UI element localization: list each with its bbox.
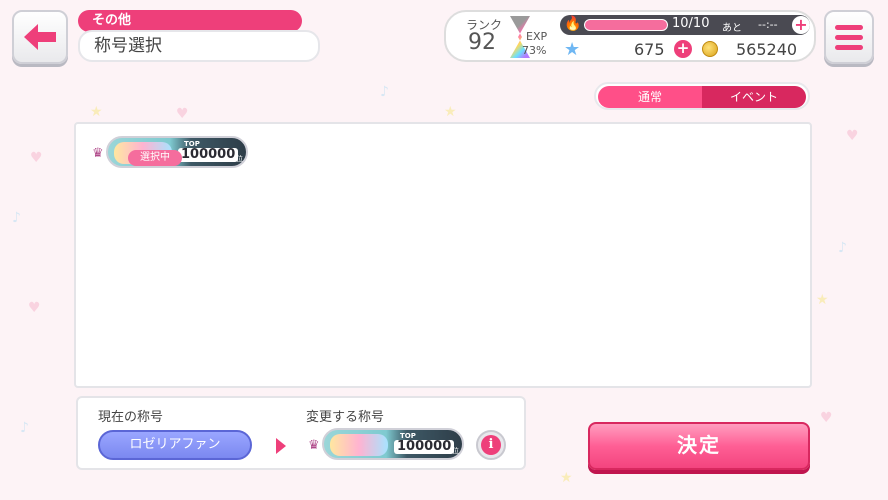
bg-star-decoration: ★ [90,104,103,120]
screen-title-plate: その他 称号選択 [78,10,320,62]
info-button[interactable]: i [476,430,506,460]
crown-icon: ♛ [92,146,104,161]
bg-note-decoration: ♪ [12,210,21,226]
add-stars-button[interactable]: + [674,40,692,58]
title-list: ♛ TOP 100000 位 選択中 [74,122,812,388]
page-title: 称号選択 [78,30,320,62]
badge-rank-number: 100000 [178,148,239,162]
info-icon: i [481,435,501,455]
back-button[interactable] [12,10,68,64]
bg-heart-decoration: ♥ [820,410,833,426]
bg-heart-decoration: ♥ [30,150,43,166]
badge-rank-number: 100000 [394,440,455,454]
confirm-button[interactable]: 決定 [588,422,810,470]
bg-star-decoration: ★ [816,292,829,308]
stamina-remaining-label: あと [722,23,742,34]
bg-heart-decoration: ♥ [28,300,41,316]
hamburger-icon [835,34,863,40]
tab-event[interactable]: イベント [702,86,806,108]
badge-art [330,434,388,456]
bg-star-decoration: ★ [560,470,573,486]
arrow-right-icon [276,438,286,454]
hamburger-icon [835,24,863,30]
stamina-bar [584,19,668,31]
bg-note-decoration: ♪ [20,420,29,436]
add-stamina-button[interactable]: + [792,16,810,34]
current-title-label: 現在の称号 [98,410,164,425]
title-list-item[interactable]: ♛ TOP 100000 位 選択中 [92,136,248,170]
coin-icon [702,41,718,57]
bg-note-decoration: ♪ [380,84,389,100]
bg-star-decoration: ★ [444,104,457,120]
title-category-tabs: 通常 イベント [594,82,810,110]
badge-rank-suffix: 位 [452,447,459,455]
screen-category: その他 [78,10,302,32]
badge-rank-suffix: 位 [236,155,243,163]
stamina-value: 10/10 [672,16,710,31]
stamina-row: 🔥 10/10 あと --:-- + [560,15,810,35]
flame-icon: 🔥 [564,16,582,32]
star-count: 675 [634,40,665,59]
coin-count: 565240 [736,40,798,59]
arrow-left-icon [24,24,56,50]
selected-badge: 選択中 [128,150,182,166]
tab-normal[interactable]: 通常 [598,86,702,108]
player-status-panel: ランク 92 EXP 73% 🔥 10/10 あと --:-- + ★ 675 … [444,10,816,62]
star-icon: ★ [564,39,581,60]
stamina-timer: --:-- [758,18,778,31]
exp-label: EXP [526,30,548,43]
new-title-preview: ♛ TOP 100000 位 [308,428,464,462]
new-title-label: 変更する称号 [306,410,385,425]
menu-button[interactable] [824,10,874,64]
bg-heart-decoration: ♥ [176,106,189,122]
exp-value: 73% [522,44,547,57]
crown-icon: ♛ [308,438,320,453]
bg-note-decoration: ♪ [838,240,847,256]
title-change-panel: 現在の称号 ロゼリアファン 変更する称号 ♛ TOP 100000 位 i [76,396,526,470]
bg-heart-decoration: ♥ [846,128,859,144]
title-badge: TOP 100000 位 [322,428,464,460]
current-title-value: ロゼリアファン [98,430,252,460]
hamburger-icon [835,44,863,50]
rank-value: 92 [468,30,496,55]
